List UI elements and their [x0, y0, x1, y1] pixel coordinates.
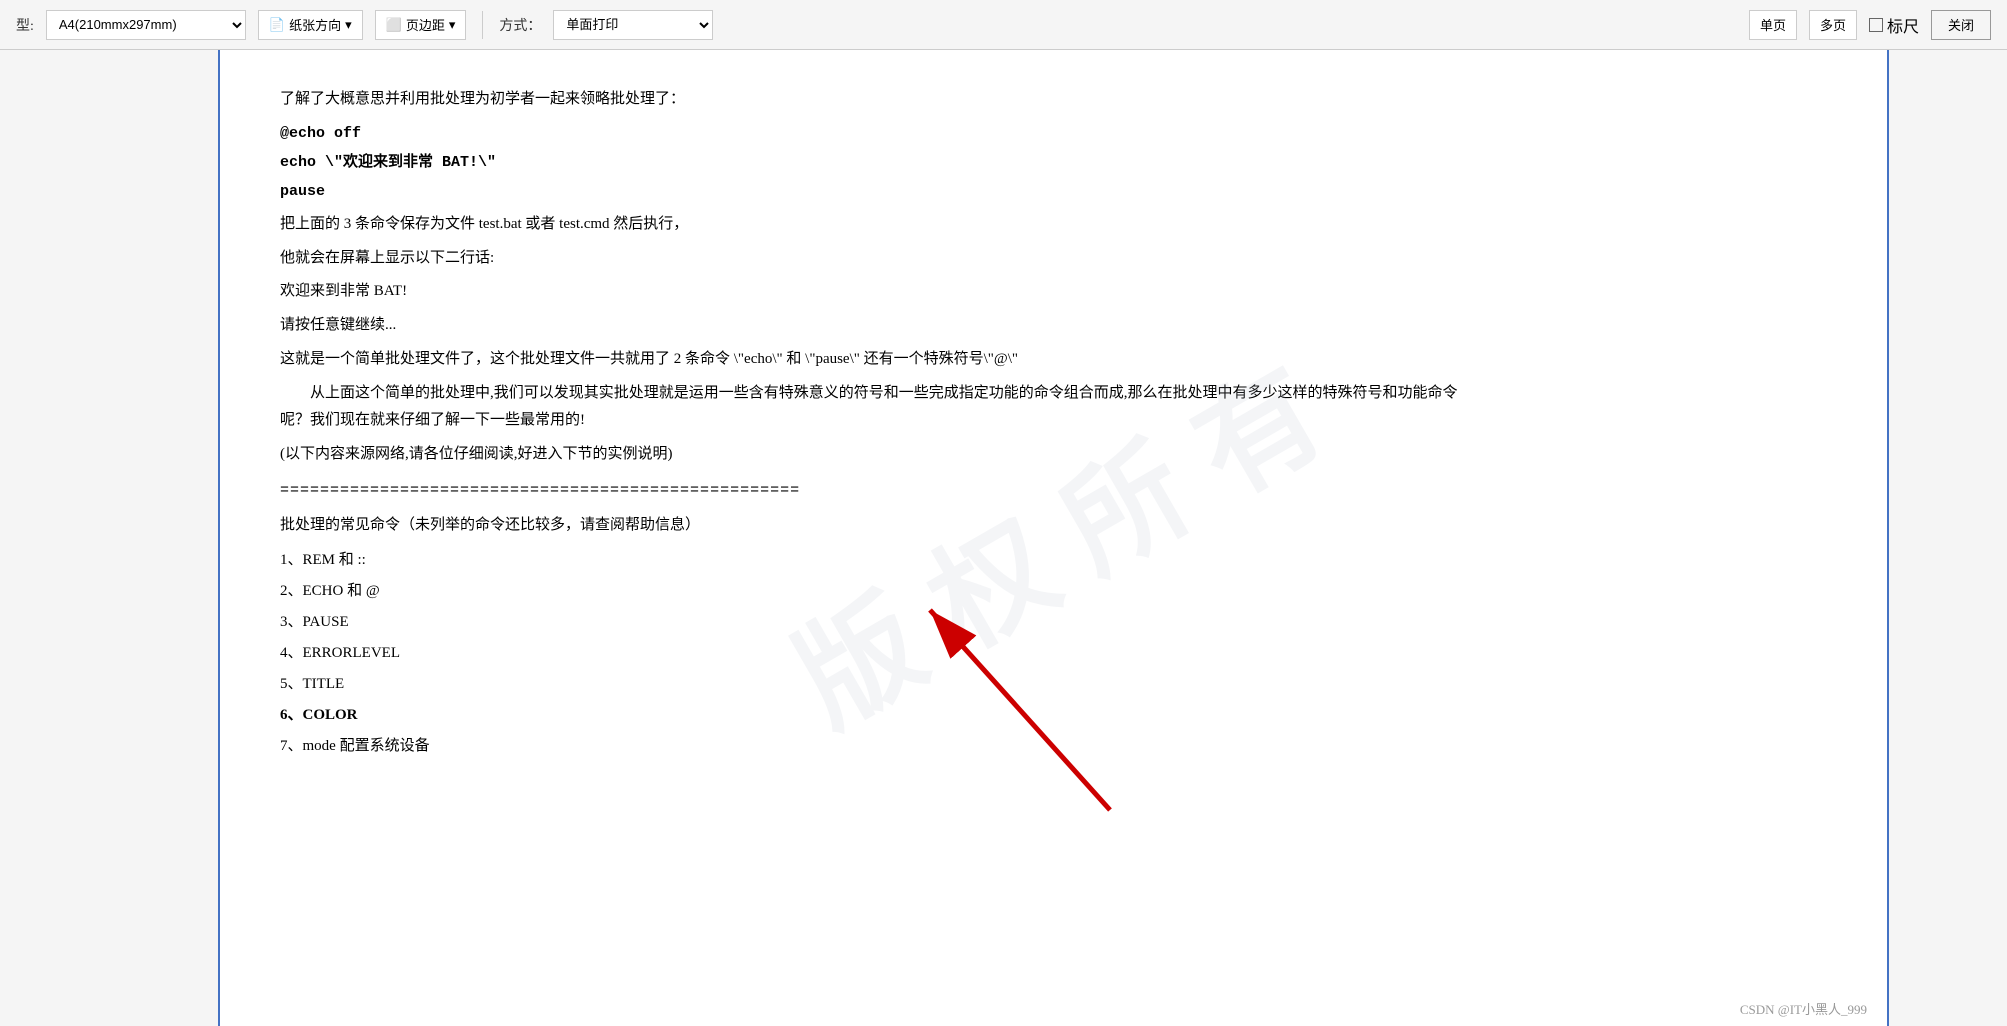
chevron-down-icon-2: ▾	[449, 17, 456, 33]
print-toolbar: 型: A4(210mmx297mm) 📄 纸张方向 ▾ ⬜ 页边距 ▾ 方式： …	[0, 0, 2007, 50]
separator-line: ========================================…	[280, 477, 1480, 504]
ruler-container: 标尺	[1869, 13, 1919, 37]
bottom-watermark: CSDN @IT小黑人_999	[1740, 999, 1867, 1018]
single-page-button[interactable]: 单页	[1749, 10, 1797, 40]
right-margin	[1887, 50, 2007, 1026]
list-item-7: 7、mode 配置系统设备	[280, 733, 1480, 760]
list-item-4: 4、ERRORLEVEL	[280, 640, 1480, 667]
paper-direction-icon: 📄	[269, 17, 285, 33]
code-line-3: pause	[280, 178, 1480, 205]
document-area: 版 权 所 有 了解了大概意思并利用批处理为初学者一起来领略批处理了： @ech…	[220, 50, 1887, 1026]
list-item-1: 1、REM 和 ::	[280, 547, 1480, 574]
para-press-key: 请按任意键继续...	[280, 312, 1480, 340]
ruler-checkbox[interactable]	[1869, 18, 1883, 32]
code-line-2: echo \"欢迎来到非常 BAT!\"	[280, 149, 1480, 176]
para-explanation: 这就是一个简单批处理文件了，这个批处理文件一共就用了 2 条命令 \"echo\…	[280, 346, 1480, 374]
margin-icon: ⬜	[386, 17, 402, 33]
type-label: 型:	[16, 15, 34, 35]
main-container: 版 权 所 有 了解了大概意思并利用批处理为初学者一起来领略批处理了： @ech…	[0, 50, 2007, 1026]
code-line-1: @echo off	[280, 120, 1480, 147]
print-method-select[interactable]: 单面打印	[553, 10, 713, 40]
document-content: 了解了大概意思并利用批处理为初学者一起来领略批处理了： @echo off ec…	[280, 86, 1480, 760]
toolbar-right: 单页 多页 标尺 关闭	[1749, 10, 1991, 40]
intro-line: 了解了大概意思并利用批处理为初学者一起来领略批处理了：	[280, 86, 1480, 114]
paper-direction-button[interactable]: 📄 纸张方向 ▾	[258, 10, 363, 40]
close-button[interactable]: 关闭	[1931, 10, 1991, 40]
method-label: 方式：	[499, 15, 541, 35]
para-analysis: 从上面这个简单的批处理中,我们可以发现其实批处理就是运用一些含有特殊意义的符号和…	[280, 380, 1480, 436]
ruler-label: 标尺	[1887, 13, 1919, 37]
paper-size-select[interactable]: A4(210mmx297mm)	[46, 10, 246, 40]
list-item-5: 5、TITLE	[280, 671, 1480, 698]
left-margin	[0, 50, 220, 1026]
para-save: 把上面的 3 条命令保存为文件 test.bat 或者 test.cmd 然后执…	[280, 211, 1480, 239]
list-item-2: 2、ECHO 和 @	[280, 578, 1480, 605]
multi-page-button[interactable]: 多页	[1809, 10, 1857, 40]
margin-button[interactable]: ⬜ 页边距 ▾	[375, 10, 467, 40]
para-welcome: 欢迎来到非常 BAT!	[280, 278, 1480, 306]
list-item-3: 3、PAUSE	[280, 609, 1480, 636]
chevron-down-icon: ▾	[345, 17, 352, 33]
para-source: (以下内容来源网络,请各位仔细阅读,好进入下节的实例说明)	[280, 441, 1480, 469]
list-item-6: 6、COLOR	[280, 702, 1480, 729]
para-display: 他就会在屏幕上显示以下二行话:	[280, 245, 1480, 273]
section-title: 批处理的常见命令（未列举的命令还比较多，请查阅帮助信息）	[280, 512, 1480, 539]
separator-1	[482, 11, 483, 39]
